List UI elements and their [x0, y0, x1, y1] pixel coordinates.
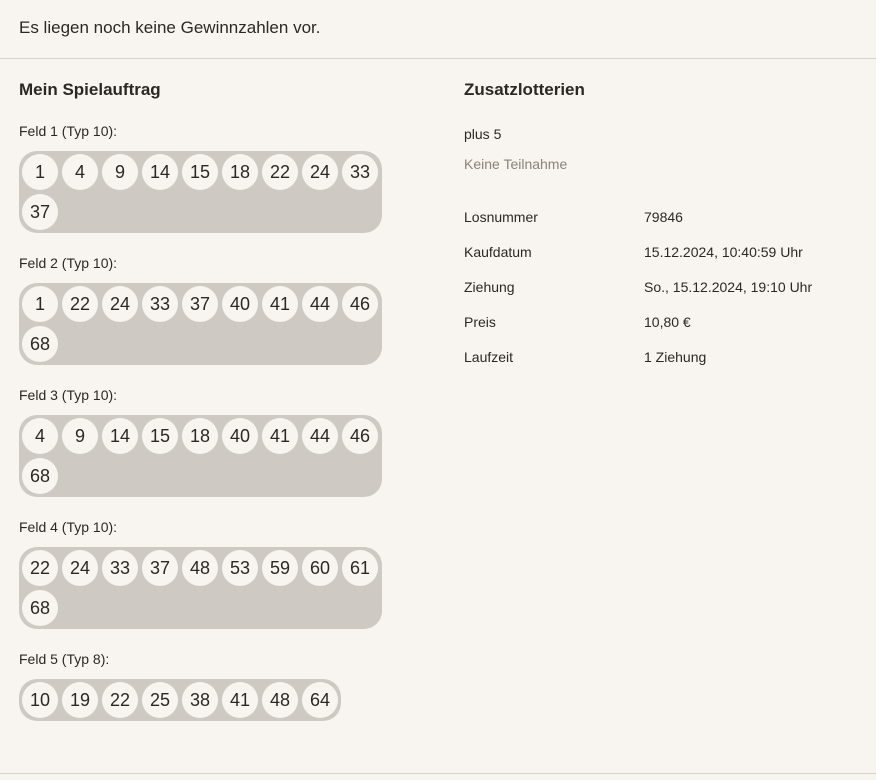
- number-ball: 22: [102, 682, 138, 718]
- number-ball: 22: [262, 154, 298, 190]
- number-ball: 15: [182, 154, 218, 190]
- field-5-label: Feld 5 (Typ 8):: [19, 651, 110, 667]
- info-key: Losnummer: [464, 209, 538, 225]
- number-ball: 37: [182, 286, 218, 322]
- info-value: 1 Ziehung: [644, 349, 707, 365]
- number-ball: 33: [142, 286, 178, 322]
- bottom-divider: [0, 773, 876, 774]
- info-key: Laufzeit: [464, 349, 514, 365]
- field-3-balls: 4 9 14 15 18 40 41 44 46 68: [19, 415, 382, 497]
- lottery-name: plus 5: [464, 126, 502, 142]
- info-table: Losnummer 79846 Kaufdatum 15.12.2024, 10…: [464, 208, 864, 383]
- field-3-label: Feld 3 (Typ 10):: [19, 387, 118, 403]
- number-ball: 9: [62, 418, 98, 454]
- info-value: 79846: [644, 209, 683, 225]
- info-key: Preis: [464, 314, 496, 330]
- number-ball: 60: [302, 550, 338, 586]
- field-1-label: Feld 1 (Typ 10):: [19, 123, 118, 139]
- number-ball: 19: [62, 682, 98, 718]
- number-ball: 53: [222, 550, 258, 586]
- number-ball: 18: [222, 154, 258, 190]
- number-ball: 1: [22, 286, 58, 322]
- field-4: Feld 4 (Typ 10): 22 24 33 37 48 53 59 60 61 68: [19, 518, 439, 629]
- number-ball: 59: [262, 550, 298, 586]
- number-ball: 14: [142, 154, 178, 190]
- field-1-balls: 1 4 9 14 15 18 22 24 33 37: [19, 151, 382, 233]
- number-ball: 33: [342, 154, 378, 190]
- number-ball: 33: [102, 550, 138, 586]
- number-ball: 25: [142, 682, 178, 718]
- info-row-duration: Laufzeit 1 Ziehung: [464, 348, 864, 383]
- my-game-order-title: Mein Spielauftrag: [19, 80, 161, 99]
- additional-lotteries-section: Zusatzlotterien plus 5 Keine Teilnahme L…: [464, 79, 864, 383]
- additional-lotteries-title: Zusatzlotterien: [464, 80, 585, 99]
- number-ball: 22: [22, 550, 58, 586]
- info-row-draw: Ziehung So., 15.12.2024, 19:10 Uhr: [464, 278, 864, 313]
- number-ball: 4: [62, 154, 98, 190]
- number-ball: 41: [222, 682, 258, 718]
- field-4-label: Feld 4 (Typ 10):: [19, 519, 118, 535]
- number-ball: 22: [62, 286, 98, 322]
- info-value: So., 15.12.2024, 19:10 Uhr: [644, 279, 813, 295]
- number-ball: 41: [262, 418, 298, 454]
- field-4-balls: 22 24 33 37 48 53 59 60 61 68: [19, 547, 382, 629]
- number-ball: 24: [302, 154, 338, 190]
- number-ball: 44: [302, 286, 338, 322]
- number-ball: 14: [102, 418, 138, 454]
- top-divider: [0, 58, 876, 59]
- info-row-purchase-date: Kaufdatum 15.12.2024, 10:40:59 Uhr: [464, 243, 864, 278]
- number-ball: 4: [22, 418, 58, 454]
- number-ball: 10: [22, 682, 58, 718]
- number-ball: 40: [222, 286, 258, 322]
- number-ball: 15: [142, 418, 178, 454]
- number-ball: 68: [22, 326, 58, 362]
- my-game-order-section: Mein Spielauftrag Feld 1 (Typ 10): 1 4 9 14…: [19, 79, 439, 721]
- lottery-status: Keine Teilnahme: [464, 156, 568, 172]
- info-key: Kaufdatum: [464, 244, 532, 260]
- field-1: Feld 1 (Typ 10): 1 4 9 14 15 18 22 24 33 37: [19, 122, 439, 233]
- field-2: Feld 2 (Typ 10): 1 22 24 33 37 40 41 44 46 68: [19, 254, 439, 365]
- no-results-notice: Es liegen noch keine Gewinnzahlen vor.: [19, 18, 321, 37]
- number-ball: 68: [22, 458, 58, 494]
- number-ball: 64: [302, 682, 338, 718]
- field-2-balls: 1 22 24 33 37 40 41 44 46 68: [19, 283, 382, 365]
- info-value: 10,80 €: [644, 314, 691, 330]
- number-ball: 41: [262, 286, 298, 322]
- number-ball: 18: [182, 418, 218, 454]
- field-5: Feld 5 (Typ 8): 10 19 22 25 38 41 48 64: [19, 650, 439, 721]
- number-ball: 40: [222, 418, 258, 454]
- number-ball: 9: [102, 154, 138, 190]
- number-ball: 68: [22, 590, 58, 626]
- field-5-balls: 10 19 22 25 38 41 48 64: [19, 679, 341, 721]
- number-ball: 24: [62, 550, 98, 586]
- number-ball: 1: [22, 154, 58, 190]
- number-ball: 37: [22, 194, 58, 230]
- info-value: 15.12.2024, 10:40:59 Uhr: [644, 244, 803, 260]
- info-row-ticket-number: Losnummer 79846: [464, 208, 864, 243]
- info-key: Ziehung: [464, 279, 515, 295]
- number-ball: 37: [142, 550, 178, 586]
- number-ball: 44: [302, 418, 338, 454]
- number-ball: 46: [342, 286, 378, 322]
- number-ball: 48: [182, 550, 218, 586]
- number-ball: 46: [342, 418, 378, 454]
- info-row-price: Preis 10,80 €: [464, 313, 864, 348]
- field-3: Feld 3 (Typ 10): 4 9 14 15 18 40 41 44 46 68: [19, 386, 439, 497]
- number-ball: 24: [102, 286, 138, 322]
- number-ball: 38: [182, 682, 218, 718]
- field-2-label: Feld 2 (Typ 10):: [19, 255, 118, 271]
- number-ball: 48: [262, 682, 298, 718]
- number-ball: 61: [342, 550, 378, 586]
